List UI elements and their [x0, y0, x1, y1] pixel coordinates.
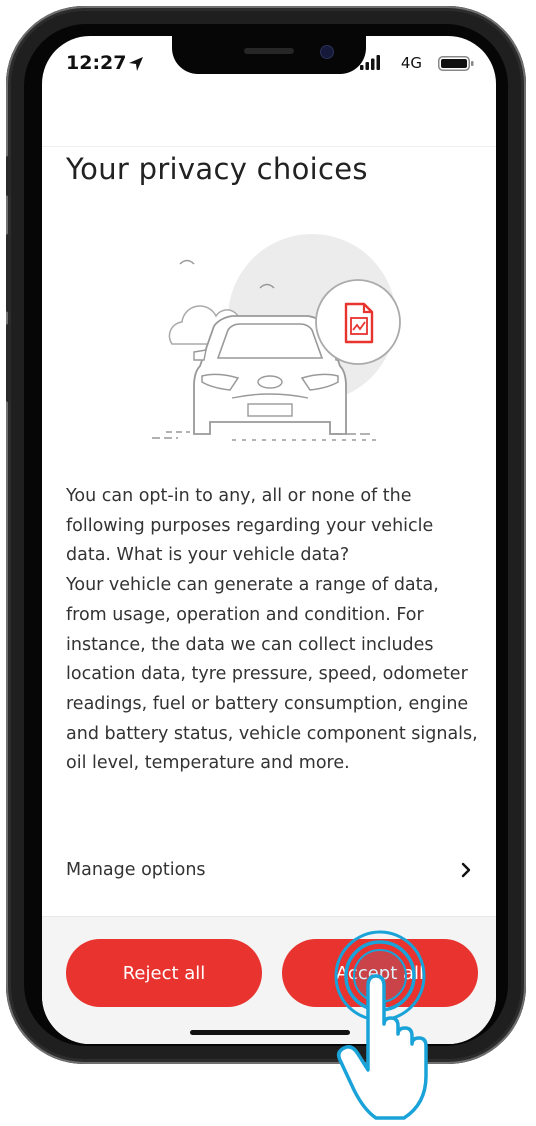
- notch: [172, 36, 366, 74]
- status-time: 12:27: [66, 52, 127, 74]
- reject-all-button[interactable]: Reject all: [66, 939, 262, 1007]
- screen: 12:27 4G Your privacy choices You can op…: [42, 36, 496, 1044]
- battery-icon: [438, 56, 474, 71]
- front-camera: [320, 45, 334, 59]
- accept-all-button[interactable]: Accept all: [282, 939, 478, 1007]
- manage-options-row[interactable]: Manage options: [66, 848, 472, 892]
- privacy-description: You can opt-in to any, all or none of th…: [66, 486, 478, 774]
- header-divider: [42, 146, 496, 147]
- network-type: 4G: [400, 54, 422, 72]
- mute-switch: [6, 156, 11, 196]
- manage-options-label: Manage options: [66, 860, 206, 880]
- consent-footer: Reject all Accept all: [42, 916, 496, 1044]
- location-arrow-icon: [129, 57, 143, 71]
- car-privacy-illustration: [152, 234, 401, 441]
- volume-up-button: [6, 234, 11, 312]
- home-indicator: [190, 1030, 350, 1035]
- page-title: Your privacy choices: [66, 152, 368, 186]
- volume-down-button: [6, 324, 11, 402]
- speaker: [244, 48, 294, 54]
- chevron-right-icon: [461, 862, 471, 878]
